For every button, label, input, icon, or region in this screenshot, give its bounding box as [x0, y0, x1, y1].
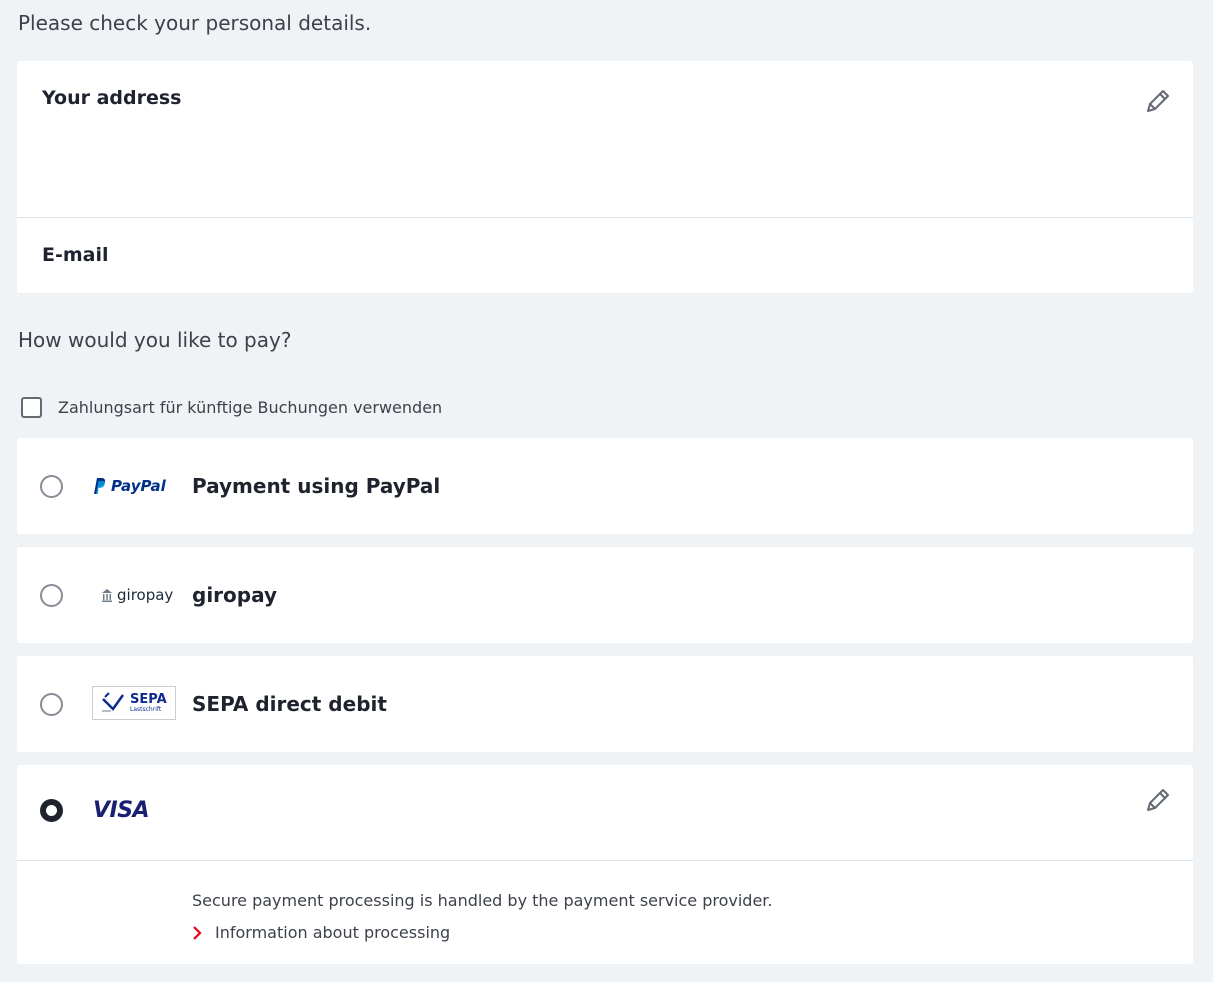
paypal-p-icon [94, 478, 106, 494]
address-title: Your address [42, 87, 182, 109]
giropay-logo-text: giropay [117, 586, 174, 604]
edit-visa-button[interactable] [1143, 785, 1173, 815]
paypal-label: Payment using PayPal [192, 474, 441, 498]
processing-info-link[interactable]: Information about processing [192, 923, 450, 942]
visa-radio[interactable] [40, 799, 63, 822]
email-title: E-mail [42, 244, 109, 266]
save-payment-method-checkbox[interactable] [21, 397, 42, 418]
sepa-logo: SEPA Lastschrift [92, 686, 176, 720]
payment-option-visa[interactable]: VISA Secure payment processing is handle… [17, 765, 1193, 964]
payment-heading: How would you like to pay? [18, 328, 292, 352]
address-divider [17, 217, 1193, 218]
save-payment-method-label: Zahlungsart für künftige Buchungen verwe… [58, 398, 443, 417]
payment-option-paypal[interactable]: PayPal Payment using PayPal [17, 438, 1193, 534]
visa-info-text: Secure payment processing is handled by … [192, 891, 773, 910]
giropay-label: giropay [192, 583, 278, 607]
visa-logo: VISA [93, 797, 150, 823]
giropay-radio[interactable] [40, 584, 63, 607]
pencil-icon [1147, 90, 1169, 112]
chevron-right-icon [192, 925, 206, 940]
edit-address-button[interactable] [1143, 86, 1173, 116]
payment-option-sepa[interactable]: SEPA Lastschrift SEPA direct debit [17, 656, 1193, 752]
sepa-logo-texts: SEPA Lastschrift [130, 693, 167, 713]
sepa-label: SEPA direct debit [192, 692, 387, 716]
visa-logo-text: VISA [93, 797, 150, 823]
checkout-page: Please check your personal details. Your… [0, 0, 1213, 982]
giropay-logo: giropay [101, 585, 173, 605]
paypal-radio[interactable] [40, 475, 63, 498]
save-payment-method-checkbox-row[interactable]: Zahlungsart für künftige Buchungen verwe… [21, 397, 442, 418]
sepa-logo-text: SEPA [130, 692, 167, 707]
sepa-logo-subtext: Lastschrift [130, 706, 162, 713]
giropay-bank-icon [102, 589, 112, 602]
paypal-logo: PayPal [92, 476, 166, 496]
processing-info-link-text: Information about processing [215, 923, 451, 942]
payment-option-giropay[interactable]: giropay giropay [17, 547, 1193, 643]
personal-details-heading: Please check your personal details. [18, 11, 372, 35]
paypal-logo-text: PayPal [111, 477, 166, 495]
personal-details-card: Your address E-mail [17, 61, 1193, 293]
pencil-icon [1147, 789, 1169, 811]
paypal-logo-text: PayPal [111, 477, 166, 495]
sepa-radio[interactable] [40, 693, 63, 716]
sepa-logo-icon [102, 692, 125, 712]
visa-divider [17, 860, 1193, 861]
